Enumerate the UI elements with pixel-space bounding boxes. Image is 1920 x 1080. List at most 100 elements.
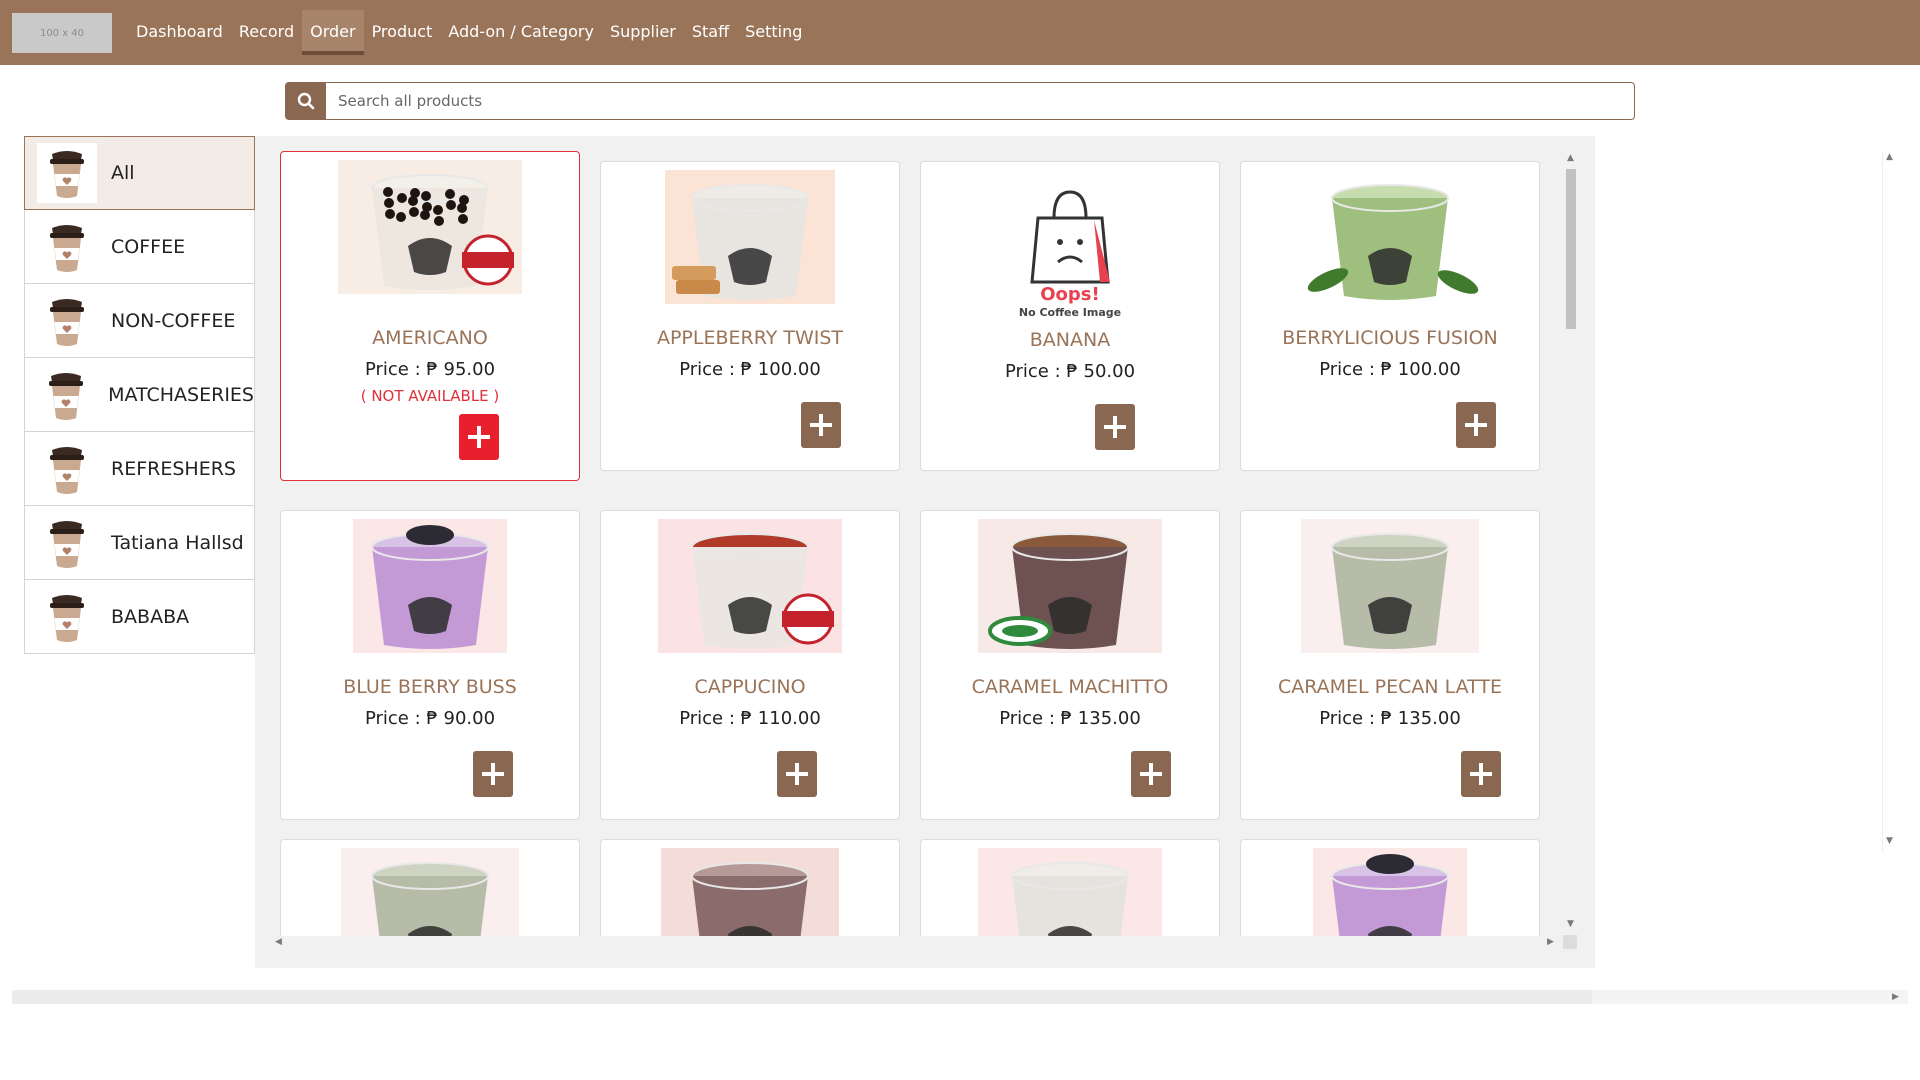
nav-order[interactable]: Order xyxy=(302,10,364,55)
product-name: BANANA xyxy=(1029,329,1111,351)
add-to-order-button[interactable] xyxy=(1131,751,1171,797)
search-button[interactable] xyxy=(285,82,326,120)
product-vertical-scrollbar[interactable]: ▲ ▼ xyxy=(1564,153,1578,933)
nav-setting[interactable]: Setting xyxy=(737,10,810,55)
product-card[interactable] xyxy=(280,839,580,936)
category-label: BABABA xyxy=(111,605,190,628)
product-image xyxy=(338,160,522,294)
coffee-cup-icon xyxy=(37,143,97,203)
product-search xyxy=(285,82,1635,120)
category-non-coffee[interactable]: NON-COFFEE xyxy=(24,284,255,358)
product-image xyxy=(1298,848,1482,936)
category-all[interactable]: All xyxy=(24,136,255,210)
category-sidebar: All COFFEE NON-COFFEE MATCHASERIES REFRE… xyxy=(24,136,255,654)
main-nav: Dashboard Record Order Product Add-on / … xyxy=(128,10,810,55)
category-refreshers[interactable]: REFRESHERS xyxy=(24,432,255,506)
category-label: REFRESHERS xyxy=(111,457,236,480)
product-grid-viewport: AMERICANO Price : ₱ 95.00 ( NOT AVAILABL… xyxy=(280,151,1564,936)
product-name: BERRYLICIOUS FUSION xyxy=(1282,327,1498,349)
plus-icon xyxy=(1470,763,1492,785)
scroll-left-arrow-icon[interactable]: ◀ xyxy=(275,937,282,947)
product-card-caramel-machitto[interactable]: CARAMEL MACHITTO Price : ₱ 135.00 xyxy=(920,510,1220,820)
plus-icon xyxy=(482,763,504,785)
product-name: BLUE BERRY BUSS xyxy=(343,676,517,698)
add-to-order-button[interactable] xyxy=(1095,404,1135,450)
product-image xyxy=(1298,170,1482,304)
product-image xyxy=(1298,519,1482,653)
plus-icon xyxy=(1465,414,1487,436)
add-to-order-button[interactable] xyxy=(1461,751,1501,797)
category-label: COFFEE xyxy=(111,235,186,258)
product-name: CAPPUCINO xyxy=(694,676,806,698)
no-image-subtitle: No Coffee Image xyxy=(1019,306,1121,319)
nav-record[interactable]: Record xyxy=(231,10,302,55)
product-card[interactable] xyxy=(920,839,1220,936)
product-card-caramel-pecan-latte[interactable]: CARAMEL PECAN LATTE Price : ₱ 135.00 xyxy=(1240,510,1540,820)
page-horizontal-scrollbar[interactable]: ◀ ▶ xyxy=(12,990,1908,1004)
nav-product[interactable]: Product xyxy=(364,10,441,55)
category-label: NON-COFFEE xyxy=(111,309,236,332)
product-price: Price : ₱ 90.00 xyxy=(364,708,496,729)
product-price: Price : ₱ 100.00 xyxy=(679,359,821,380)
plus-icon xyxy=(810,414,832,436)
product-name: CARAMEL PECAN LATTE xyxy=(1277,676,1503,698)
no-image-title: Oops! xyxy=(1040,284,1099,305)
product-image xyxy=(658,848,842,936)
product-card[interactable] xyxy=(600,839,900,936)
nav-supplier[interactable]: Supplier xyxy=(602,10,684,55)
product-card-cappucino[interactable]: CAPPUCINO Price : ₱ 110.00 xyxy=(600,510,900,820)
product-card-berrylicious-fusion[interactable]: BERRYLICIOUS FUSION Price : ₱ 100.00 xyxy=(1240,161,1540,471)
product-card-appleberry-twist[interactable]: APPLEBERRY TWIST Price : ₱ 100.00 xyxy=(600,161,900,471)
category-label: MATCHASERIES xyxy=(108,383,254,406)
product-image: Oops! No Coffee Image xyxy=(1010,170,1130,320)
add-to-order-button[interactable] xyxy=(777,751,817,797)
add-to-order-button[interactable] xyxy=(473,751,513,797)
category-bababa[interactable]: BABABA xyxy=(24,580,255,654)
product-card[interactable] xyxy=(1240,839,1540,936)
product-card-americano[interactable]: AMERICANO Price : ₱ 95.00 ( NOT AVAILABL… xyxy=(280,151,580,481)
product-image xyxy=(658,519,842,653)
product-price: Price : ₱ 100.00 xyxy=(1319,359,1461,380)
category-coffee[interactable]: COFFEE xyxy=(24,210,255,284)
product-price: Price : ₱ 135.00 xyxy=(1319,708,1461,729)
nav-addon-category[interactable]: Add-on / Category xyxy=(440,10,602,55)
search-icon xyxy=(297,92,314,110)
add-to-order-button[interactable] xyxy=(1456,402,1496,448)
product-price: Price : ₱ 135.00 xyxy=(999,708,1141,729)
scrollbar-corner xyxy=(1563,935,1577,949)
scroll-right-arrow-icon[interactable]: ▶ xyxy=(1892,992,1899,1002)
logo[interactable]: 100 x 40 xyxy=(12,13,112,53)
product-card-blue-berry-buss[interactable]: BLUE BERRY BUSS Price : ₱ 90.00 xyxy=(280,510,580,820)
add-to-order-button[interactable] xyxy=(801,402,841,448)
product-image xyxy=(338,519,522,653)
search-input[interactable] xyxy=(326,82,1635,120)
scroll-right-arrow-icon[interactable]: ▶ xyxy=(1547,937,1554,947)
plus-icon xyxy=(468,426,490,448)
scroll-down-arrow-icon[interactable]: ▼ xyxy=(1567,919,1574,929)
scroll-up-arrow-icon[interactable]: ▲ xyxy=(1567,153,1574,163)
scrollbar-thumb[interactable] xyxy=(1566,169,1576,329)
nav-dashboard[interactable]: Dashboard xyxy=(128,10,231,55)
coffee-cup-icon xyxy=(37,365,94,425)
top-navbar: 100 x 40 Dashboard Record Order Product … xyxy=(0,0,1920,65)
page-vertical-scrollbar[interactable]: ▲ ▼ xyxy=(1882,152,1896,852)
product-name: CARAMEL MACHITTO xyxy=(971,676,1169,698)
add-to-order-button[interactable] xyxy=(459,414,499,460)
category-label: All xyxy=(111,162,135,184)
scroll-down-arrow-icon[interactable]: ▼ xyxy=(1886,836,1893,846)
product-horizontal-scrollbar[interactable]: ◀ ▶ xyxy=(275,935,1577,949)
scroll-up-arrow-icon[interactable]: ▲ xyxy=(1886,152,1893,162)
category-matchaseries[interactable]: MATCHASERIES xyxy=(24,358,255,432)
plus-icon xyxy=(1104,416,1126,438)
product-image xyxy=(978,519,1162,653)
product-card-banana[interactable]: Oops! No Coffee Image BANANA Price : ₱ 50… xyxy=(920,161,1220,471)
category-label: Tatiana Hallsd xyxy=(111,531,244,554)
nav-staff[interactable]: Staff xyxy=(684,10,737,55)
product-price: Price : ₱ 50.00 xyxy=(1004,361,1136,382)
product-name: APPLEBERRY TWIST xyxy=(656,327,844,349)
product-image xyxy=(338,848,522,936)
product-image xyxy=(978,848,1162,936)
plus-icon xyxy=(1140,763,1162,785)
category-tatiana-hallsd[interactable]: Tatiana Hallsd xyxy=(24,506,255,580)
scrollbar-thumb[interactable] xyxy=(12,990,1592,1004)
